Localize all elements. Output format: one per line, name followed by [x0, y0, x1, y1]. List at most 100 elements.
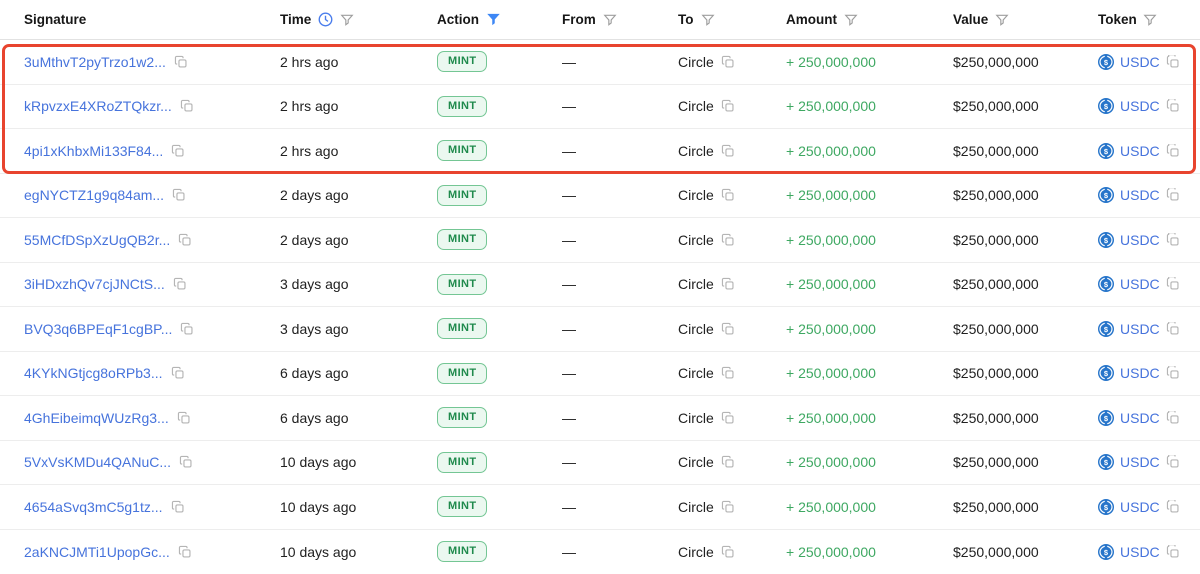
copy-icon[interactable] — [171, 500, 185, 514]
token-link[interactable]: USDC — [1120, 187, 1160, 203]
table-body: 3uMthvT2pyTrzo1w2... 2 hrs ago MINT — Ci… — [0, 40, 1200, 574]
token-link[interactable]: USDC — [1120, 365, 1160, 381]
signature-link[interactable]: 4GhEibeimqWUzRg3... — [24, 410, 169, 426]
signature-link[interactable]: 3uMthvT2pyTrzo1w2... — [24, 54, 166, 70]
copy-icon[interactable] — [721, 545, 735, 559]
time-cell: 3 days ago — [280, 276, 437, 292]
copy-icon[interactable] — [721, 411, 735, 425]
to-cell: Circle — [678, 454, 786, 470]
token-link[interactable]: USDC — [1120, 454, 1160, 470]
signature-cell: kRpvzxE4XRoZTQkzr... — [24, 98, 280, 114]
copy-icon[interactable] — [1166, 233, 1180, 247]
copy-icon[interactable] — [721, 366, 735, 380]
copy-icon[interactable] — [721, 99, 735, 113]
action-cell: MINT — [437, 185, 562, 206]
token-link[interactable]: USDC — [1120, 232, 1160, 248]
copy-icon[interactable] — [1166, 455, 1180, 469]
copy-icon[interactable] — [721, 277, 735, 291]
copy-icon[interactable] — [180, 322, 194, 336]
signature-link[interactable]: 55MCfDSpXzUgQB2r... — [24, 232, 170, 248]
copy-icon[interactable] — [1166, 55, 1180, 69]
from-empty-value: — — [562, 276, 576, 292]
copy-icon[interactable] — [1166, 322, 1180, 336]
signature-link[interactable]: egNYCTZ1g9q84am... — [24, 187, 164, 203]
signature-link[interactable]: 4KYkNGtjcg8oRPb3... — [24, 365, 163, 381]
token-link[interactable]: USDC — [1120, 276, 1160, 292]
copy-icon[interactable] — [179, 455, 193, 469]
copy-icon[interactable] — [171, 144, 185, 158]
column-label: Time — [280, 12, 311, 27]
signature-link[interactable]: 4pi1xKhbxMi133F84... — [24, 143, 163, 159]
signature-link[interactable]: kRpvzxE4XRoZTQkzr... — [24, 98, 172, 114]
filter-icon[interactable] — [995, 13, 1009, 27]
copy-icon[interactable] — [1166, 411, 1180, 425]
filter-icon[interactable] — [1143, 13, 1157, 27]
column-header-time: Time — [280, 12, 437, 27]
copy-icon[interactable] — [721, 500, 735, 514]
token-link[interactable]: USDC — [1120, 499, 1160, 515]
signature-cell: 55MCfDSpXzUgQB2r... — [24, 232, 280, 248]
action-cell: MINT — [437, 452, 562, 473]
time-cell: 10 days ago — [280, 499, 437, 515]
usdc-token-icon: $ — [1098, 143, 1114, 159]
copy-icon[interactable] — [1166, 144, 1180, 158]
filter-icon[interactable] — [340, 13, 354, 27]
copy-icon[interactable] — [177, 411, 191, 425]
copy-icon[interactable] — [721, 55, 735, 69]
token-link[interactable]: USDC — [1120, 98, 1160, 114]
to-account-label: Circle — [678, 544, 714, 560]
copy-icon[interactable] — [180, 99, 194, 113]
clock-icon[interactable] — [318, 12, 333, 27]
mint-action-badge: MINT — [437, 407, 487, 428]
copy-icon[interactable] — [721, 188, 735, 202]
value-cell: $250,000,000 — [953, 98, 1098, 114]
token-link[interactable]: USDC — [1120, 321, 1160, 337]
token-link[interactable]: USDC — [1120, 410, 1160, 426]
copy-icon[interactable] — [1166, 500, 1180, 514]
copy-icon[interactable] — [173, 277, 187, 291]
filter-icon[interactable] — [701, 13, 715, 27]
filter-icon-active[interactable] — [486, 12, 501, 27]
mint-action-badge: MINT — [437, 363, 487, 384]
amount-value: + 250,000,000 — [786, 365, 876, 381]
value-cell: $250,000,000 — [953, 544, 1098, 560]
from-empty-value: — — [562, 232, 576, 248]
to-cell: Circle — [678, 276, 786, 292]
signature-link[interactable]: 5VxVsKMDu4QANuC... — [24, 454, 171, 470]
copy-icon[interactable] — [178, 233, 192, 247]
mint-action-badge: MINT — [437, 452, 487, 473]
from-empty-value: — — [562, 365, 576, 381]
token-link[interactable]: USDC — [1120, 544, 1160, 560]
amount-value: + 250,000,000 — [786, 410, 876, 426]
copy-icon[interactable] — [721, 455, 735, 469]
copy-icon[interactable] — [721, 144, 735, 158]
copy-icon[interactable] — [721, 322, 735, 336]
copy-icon[interactable] — [171, 366, 185, 380]
copy-icon[interactable] — [1166, 545, 1180, 559]
copy-icon[interactable] — [174, 55, 188, 69]
copy-icon[interactable] — [721, 233, 735, 247]
signature-cell: 4654aSvq3mC5g1tz... — [24, 499, 280, 515]
filter-icon[interactable] — [844, 13, 858, 27]
table-row: 5VxVsKMDu4QANuC... 10 days ago MINT — Ci… — [0, 441, 1200, 486]
signature-link[interactable]: 2aKNCJMTi1UpopGc... — [24, 544, 170, 560]
time-cell: 6 days ago — [280, 410, 437, 426]
transfers-table: Signature Time Action — [0, 0, 1200, 574]
signature-link[interactable]: BVQ3q6BPEqF1cgBP... — [24, 321, 172, 337]
signature-link[interactable]: 4654aSvq3mC5g1tz... — [24, 499, 163, 515]
copy-icon[interactable] — [178, 545, 192, 559]
usdc-token-icon: $ — [1098, 276, 1114, 292]
from-cell: — — [562, 232, 678, 248]
copy-icon[interactable] — [1166, 188, 1180, 202]
copy-icon[interactable] — [1166, 277, 1180, 291]
token-link[interactable]: USDC — [1120, 54, 1160, 70]
copy-icon[interactable] — [1166, 366, 1180, 380]
copy-icon[interactable] — [172, 188, 186, 202]
signature-link[interactable]: 3iHDxzhQv7cjJNCtS... — [24, 276, 165, 292]
time-cell: 6 days ago — [280, 365, 437, 381]
filter-icon[interactable] — [603, 13, 617, 27]
token-link[interactable]: USDC — [1120, 143, 1160, 159]
copy-icon[interactable] — [1166, 99, 1180, 113]
column-header-token: Token — [1098, 12, 1200, 27]
amount-cell: + 250,000,000 — [786, 544, 953, 560]
